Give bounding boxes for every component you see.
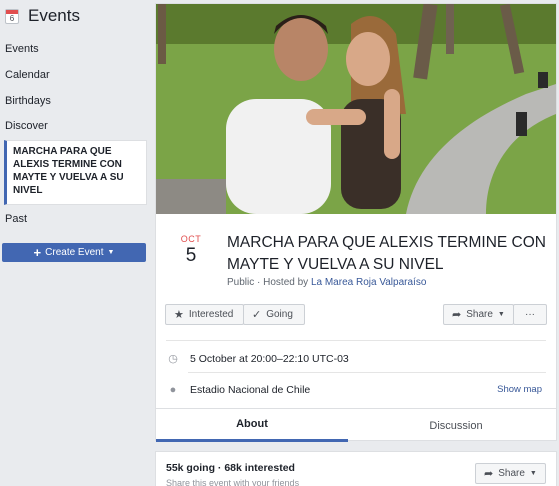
stats-share-button[interactable]: ➦ Share ▼ (475, 463, 546, 484)
share-arrow-icon: ➦ (452, 309, 462, 321)
share-arrow-icon: ➦ (484, 468, 494, 480)
tab-about[interactable]: About (156, 409, 348, 442)
sidebar-title: Events (28, 6, 80, 25)
event-stats-card: 55k going · 68k interested Share this ev… (155, 451, 557, 486)
interested-label: Interested (188, 309, 234, 320)
event-card: OCT 5 MARCHA PARA QUE ALEXIS TERMINE CON… (155, 3, 557, 442)
event-time-row: ◷ 5 October at 20:00–22:10 UTC-03 (168, 352, 349, 366)
sidebar-header[interactable]: 6 Events (5, 6, 80, 26)
event-host-line: Public · Hosted by La Marea Roja Valpara… (227, 277, 426, 288)
divider (188, 372, 546, 373)
attendance-summary[interactable]: 55k going · 68k interested (166, 462, 295, 474)
cover-photo-illustration (156, 4, 556, 214)
stats-share-label: Share (498, 468, 525, 479)
event-day: 5 (185, 245, 197, 266)
more-icon: ··· (525, 309, 535, 320)
event-host-link[interactable]: La Marea Roja Valparaíso (311, 277, 426, 288)
more-options-button[interactable]: ··· (513, 304, 547, 325)
sidebar-item-discover[interactable]: Discover (5, 120, 48, 132)
event-privacy: Public (227, 277, 255, 288)
calendar-icon: 6 (5, 8, 19, 24)
star-icon: ★ (174, 309, 184, 321)
share-prompt: Share this event with your friends (166, 478, 300, 486)
event-month: OCT (180, 234, 202, 244)
sidebar-item-events[interactable]: Events (5, 43, 39, 55)
show-map-link[interactable]: Show map (497, 384, 542, 395)
create-event-button[interactable]: + Create Event ▼ (2, 243, 146, 262)
sidebar: 6 Events Events Calendar Birthdays Disco… (0, 0, 152, 486)
caret-down-icon: ▼ (107, 249, 115, 256)
going-label: Going (266, 309, 293, 320)
plus-icon: + (33, 244, 42, 260)
going-button[interactable]: ✓ Going (243, 304, 305, 325)
event-date-badge: OCT 5 (176, 234, 206, 267)
create-event-label: Create Event (45, 247, 104, 258)
tab-discussion[interactable]: Discussion (356, 409, 556, 442)
share-label: Share (466, 309, 493, 320)
divider (166, 340, 546, 341)
clock-icon: ◷ (168, 353, 178, 365)
sidebar-item-birthdays[interactable]: Birthdays (5, 95, 51, 107)
interested-button[interactable]: ★ Interested (165, 304, 244, 325)
event-datetime: 5 October at 20:00–22:10 UTC-03 (190, 352, 349, 365)
sidebar-item-calendar[interactable]: Calendar (5, 69, 50, 81)
event-tabs: About Discussion (156, 408, 556, 442)
caret-down-icon: ▼ (529, 470, 537, 477)
event-title: MARCHA PARA QUE ALEXIS TERMINE CON MAYTE… (227, 234, 546, 273)
location-pin-icon: ● (169, 384, 177, 396)
share-button[interactable]: ➦ Share ▼ (443, 304, 514, 325)
caret-down-icon: ▼ (497, 311, 505, 318)
event-location[interactable]: Estadio Nacional de Chile (190, 384, 310, 396)
sidebar-item-past[interactable]: Past (5, 213, 27, 225)
hosted-by-prefix: · Hosted by (254, 277, 311, 288)
event-cover-photo[interactable] (156, 4, 556, 214)
sidebar-item-active-event[interactable]: MARCHA PARA QUE ALEXIS TERMINE CON MAYTE… (4, 140, 147, 205)
event-location-row: ● Estadio Nacional de Chile (168, 384, 311, 396)
checkmark-icon: ✓ (252, 309, 262, 321)
